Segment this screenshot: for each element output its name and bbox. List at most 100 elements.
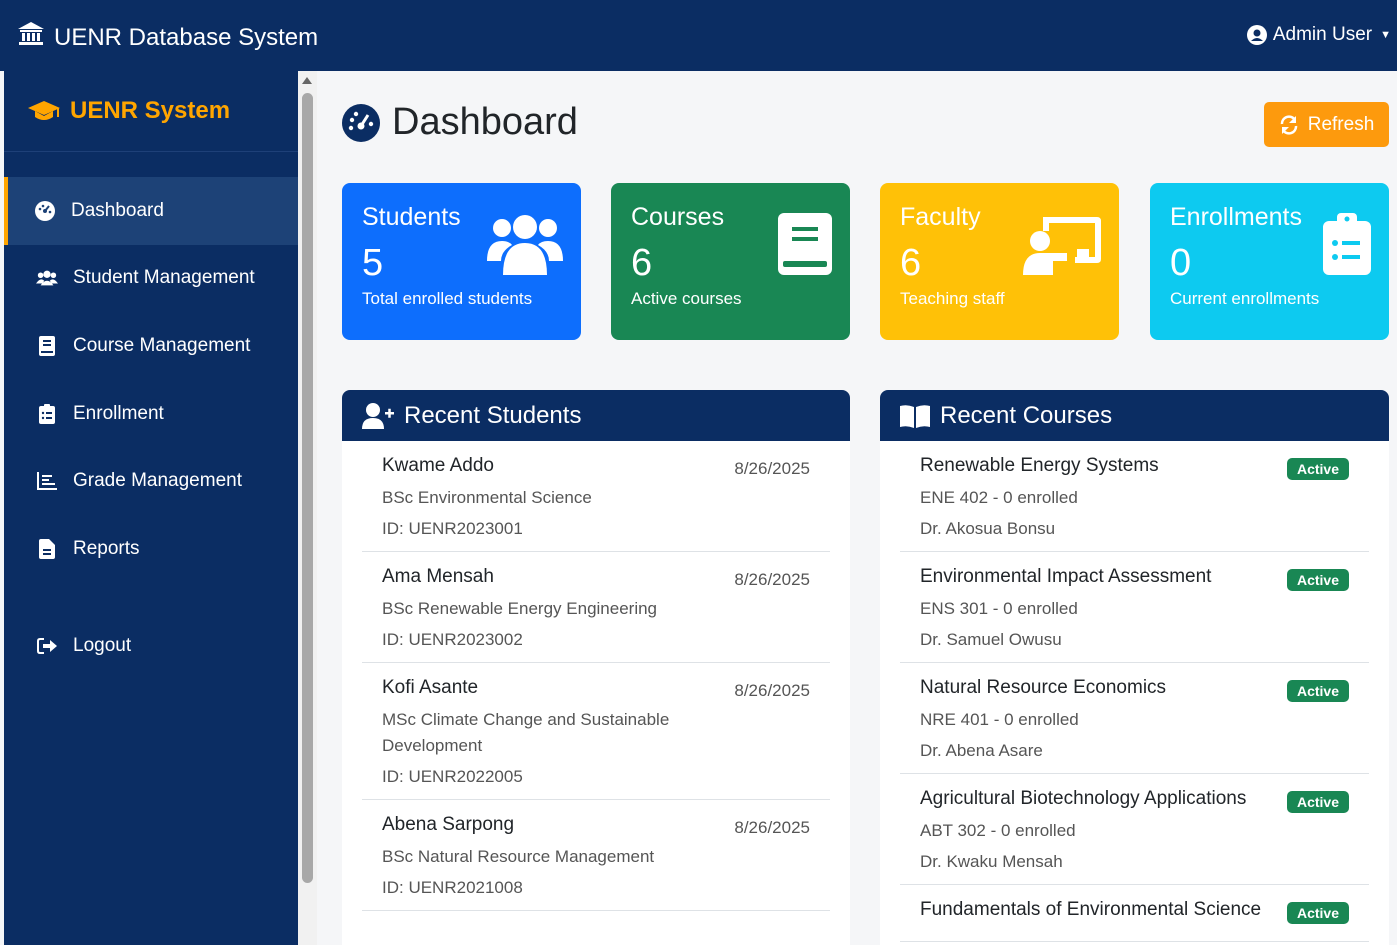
navbar-brand[interactable]: UENR Database System xyxy=(18,22,318,53)
list-item[interactable]: Abena Sarpong 8/26/2025 BSc Natural Reso… xyxy=(362,800,830,911)
university-icon xyxy=(18,22,54,53)
sidebar-item-label: Dashboard xyxy=(71,199,164,221)
list-item[interactable]: Environmental Impact Assessment Active E… xyxy=(900,552,1369,663)
recent-courses-list: Renewable Energy Systems Active ENE 402 … xyxy=(880,441,1389,942)
list-item[interactable]: Renewable Energy Systems Active ENE 402 … xyxy=(900,441,1369,552)
book-open-icon xyxy=(900,404,940,428)
stat-card-faculty[interactable]: Faculty 6 Teaching staff xyxy=(880,183,1119,340)
student-date: 8/26/2025 xyxy=(734,681,810,700)
refresh-label: Refresh xyxy=(1307,113,1375,135)
sidebar-item-grade-management[interactable]: Grade Management xyxy=(4,447,298,515)
student-id: ID: UENR2023002 xyxy=(382,630,523,649)
recent-students-panel: Recent Students Kwame Addo 8/26/2025 BSc… xyxy=(342,390,850,945)
page-title-text: Dashboard xyxy=(392,101,578,143)
sidebar-scrollbar[interactable] xyxy=(298,71,317,945)
stat-subtitle: Active courses xyxy=(631,289,742,308)
status-badge: Active xyxy=(1286,902,1349,924)
course-name: Natural Resource Economics xyxy=(920,677,1167,698)
status-badge: Active xyxy=(1286,458,1349,480)
sidebar-item-logout[interactable]: Logout xyxy=(4,613,298,681)
student-program: BSc Renewable Energy Engineering xyxy=(382,599,658,618)
stat-subtitle: Current enrollments xyxy=(1170,289,1320,308)
course-name: Agricultural Biotechnology Applications xyxy=(920,788,1247,809)
sidebar-nav: Dashboard Student Management Course Mana… xyxy=(4,177,298,680)
chalkboard-teacher-icon xyxy=(1023,213,1101,280)
stat-card-enrollments[interactable]: Enrollments 0 Current enrollments xyxy=(1150,183,1389,340)
course-name: Fundamentals of Environmental Science xyxy=(920,899,1262,920)
course-info: NRE 401 - 0 enrolled xyxy=(920,710,1079,729)
list-item[interactable]: Kwame Addo 8/26/2025 BSc Environmental S… xyxy=(362,441,830,552)
sidebar-item-label: Reports xyxy=(73,537,140,559)
list-item[interactable]: Ama Mensah 8/26/2025 BSc Renewable Energ… xyxy=(362,552,830,663)
refresh-icon xyxy=(1279,114,1308,135)
scroll-thumb[interactable] xyxy=(302,93,313,883)
sidebar-item-label: Student Management xyxy=(73,267,255,289)
student-id: ID: UENR2023001 xyxy=(382,519,523,538)
panel-title: Recent Students xyxy=(404,401,582,429)
logout-icon xyxy=(36,637,58,655)
course-info: ENE 402 - 0 enrolled xyxy=(920,488,1078,507)
student-id: ID: UENR2022005 xyxy=(382,767,523,786)
sidebar-item-course-management[interactable]: Course Management xyxy=(4,312,298,380)
student-date: 8/26/2025 xyxy=(734,818,810,837)
course-lecturer: Dr. Samuel Owusu xyxy=(920,630,1062,649)
main-content: Dashboard Refresh Students 5 Total enrol… xyxy=(317,71,1397,945)
course-name: Environmental Impact Assessment xyxy=(920,566,1212,587)
sidebar: UENR System Dashboard Student Management… xyxy=(4,71,298,945)
user-menu[interactable]: Admin User ▼ xyxy=(1246,24,1391,46)
course-lecturer: Dr. Akosua Bonsu xyxy=(920,519,1056,538)
course-info: ENS 301 - 0 enrolled xyxy=(920,599,1078,618)
graduation-cap-icon xyxy=(28,99,70,123)
course-lecturer: Dr. Kwaku Mensah xyxy=(920,852,1063,871)
user-name: Admin User xyxy=(1272,24,1373,45)
student-date: 8/26/2025 xyxy=(734,570,810,589)
gauge-icon xyxy=(34,200,56,221)
clipboard-icon xyxy=(36,403,58,424)
list-item[interactable]: Natural Resource Economics Active NRE 40… xyxy=(900,663,1369,774)
sidebar-item-dashboard[interactable]: Dashboard xyxy=(4,177,298,245)
status-badge: Active xyxy=(1286,569,1349,591)
student-program: BSc Environmental Science xyxy=(382,488,592,507)
panel-header: Recent Students xyxy=(342,390,850,441)
list-item[interactable]: Fundamentals of Environmental Science Ac… xyxy=(900,885,1369,942)
list-item[interactable]: Kofi Asante 8/26/2025 MSc Climate Change… xyxy=(362,663,830,800)
top-navbar: UENR Database System Admin User ▼ xyxy=(0,0,1397,71)
page-title: Dashboard xyxy=(342,101,578,144)
sidebar-item-label: Course Management xyxy=(73,334,251,356)
student-date: 8/26/2025 xyxy=(734,459,810,478)
panel-header: Recent Courses xyxy=(880,390,1389,441)
stat-card-courses[interactable]: Courses 6 Active courses xyxy=(611,183,850,340)
clipboard-list-icon xyxy=(1323,213,1371,280)
sidebar-item-student-management[interactable]: Student Management xyxy=(4,245,298,313)
status-badge: Active xyxy=(1286,680,1349,702)
users-icon xyxy=(36,269,58,287)
sidebar-item-enrollment[interactable]: Enrollment xyxy=(4,380,298,448)
panel-title: Recent Courses xyxy=(940,401,1113,429)
student-id: ID: UENR2021008 xyxy=(382,878,523,897)
scroll-up-arrow-icon[interactable] xyxy=(302,77,312,84)
course-info: ABT 302 - 0 enrolled xyxy=(920,821,1076,840)
student-program: BSc Natural Resource Management xyxy=(382,847,655,866)
stat-subtitle: Teaching staff xyxy=(900,289,1005,308)
stat-subtitle: Total enrolled students xyxy=(362,289,533,308)
status-badge: Active xyxy=(1286,791,1349,813)
sidebar-item-label: Logout xyxy=(73,635,132,657)
sidebar-item-reports[interactable]: Reports xyxy=(4,515,298,583)
book-icon xyxy=(36,335,58,356)
sidebar-brand[interactable]: UENR System xyxy=(4,71,298,152)
navbar-title: UENR Database System xyxy=(54,23,319,51)
book-icon xyxy=(778,213,832,280)
user-plus-icon xyxy=(362,402,404,429)
stat-card-students[interactable]: Students 5 Total enrolled students xyxy=(342,183,581,340)
refresh-button[interactable]: Refresh xyxy=(1264,102,1389,147)
gauge-icon xyxy=(342,103,392,142)
file-icon xyxy=(36,538,58,559)
users-icon xyxy=(487,213,563,280)
sidebar-item-label: Grade Management xyxy=(73,470,242,492)
list-item[interactable]: Agricultural Biotechnology Applications … xyxy=(900,774,1369,885)
recent-students-list: Kwame Addo 8/26/2025 BSc Environmental S… xyxy=(342,441,850,911)
course-lecturer: Dr. Abena Asare xyxy=(920,741,1043,760)
sidebar-item-label: Enrollment xyxy=(73,402,164,424)
chart-icon xyxy=(36,472,58,491)
course-name: Renewable Energy Systems xyxy=(920,455,1159,476)
